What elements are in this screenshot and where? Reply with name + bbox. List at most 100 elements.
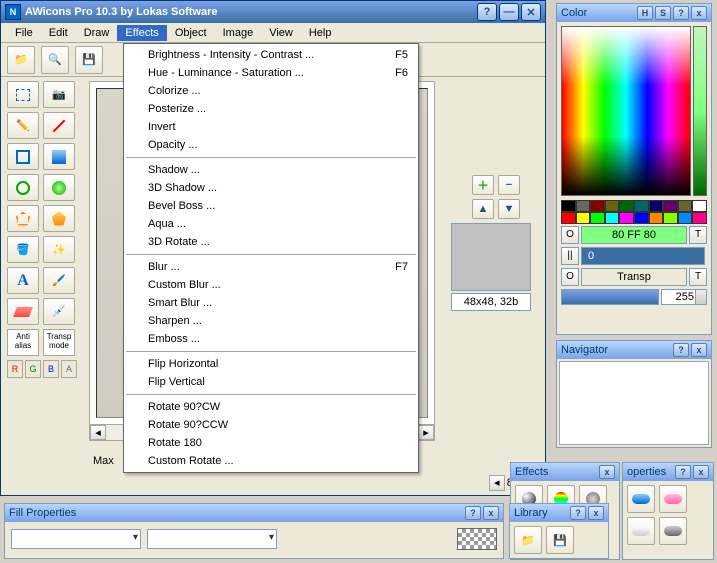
menu-item[interactable]: Flip Horizontal bbox=[124, 355, 418, 373]
swatch[interactable] bbox=[663, 200, 678, 212]
polygon-outline-tool[interactable] bbox=[7, 205, 39, 232]
hue-sat-field[interactable] bbox=[561, 26, 691, 196]
prop-blue[interactable] bbox=[627, 485, 655, 513]
menu-item[interactable]: Blur ...F7 bbox=[124, 258, 418, 276]
preview-add[interactable]: ＋ bbox=[472, 175, 494, 195]
lightness-bar[interactable] bbox=[693, 26, 707, 196]
camera-tool[interactable]: 📷 bbox=[43, 81, 75, 108]
fill-help[interactable]: ? bbox=[465, 506, 481, 520]
menu-item[interactable]: Aqua ... bbox=[124, 215, 418, 233]
menu-item[interactable]: Posterize ... bbox=[124, 100, 418, 118]
zoom-button[interactable]: 🔍 bbox=[41, 46, 69, 74]
fg-t[interactable]: T bbox=[689, 226, 707, 244]
swatch[interactable] bbox=[634, 212, 649, 224]
menu-item[interactable]: Bevel Boss ... bbox=[124, 197, 418, 215]
wand-tool[interactable]: ✨ bbox=[43, 236, 75, 263]
circle-outline-tool[interactable] bbox=[7, 174, 39, 201]
menu-item[interactable]: Custom Rotate ... bbox=[124, 452, 418, 470]
swatch[interactable] bbox=[576, 212, 591, 224]
alpha-slider[interactable] bbox=[561, 289, 659, 305]
save-button[interactable]: 💾 bbox=[75, 46, 103, 74]
menu-help[interactable]: Help bbox=[301, 25, 340, 41]
line-tool[interactable] bbox=[43, 112, 75, 139]
alpha-spinner[interactable]: 255 bbox=[661, 289, 707, 305]
open-button[interactable]: 📁 bbox=[7, 46, 35, 74]
swatch[interactable] bbox=[590, 212, 605, 224]
swatch[interactable] bbox=[663, 212, 678, 224]
bg-value[interactable]: Transp bbox=[581, 268, 687, 286]
channel-g[interactable]: G bbox=[25, 360, 41, 378]
swatch[interactable] bbox=[678, 212, 693, 224]
menu-edit[interactable]: Edit bbox=[41, 25, 76, 41]
prop-gray[interactable] bbox=[659, 517, 687, 545]
menu-draw[interactable]: Draw bbox=[76, 25, 118, 41]
scroll-left-icon[interactable]: ◂ bbox=[90, 425, 106, 440]
library-help[interactable]: ? bbox=[570, 506, 586, 520]
menu-item[interactable]: Opacity ... bbox=[124, 136, 418, 154]
fill-swatch[interactable] bbox=[457, 528, 497, 550]
menu-item[interactable]: Invert bbox=[124, 118, 418, 136]
channel-b[interactable]: B bbox=[43, 360, 59, 378]
menu-view[interactable]: View bbox=[261, 25, 301, 41]
swatch[interactable] bbox=[692, 212, 707, 224]
fg-o[interactable]: O bbox=[561, 226, 579, 244]
transp-mode-toggle[interactable]: Transp mode bbox=[43, 329, 75, 356]
preview-thumbnail[interactable] bbox=[451, 223, 531, 291]
menu-item[interactable]: Colorize ... bbox=[124, 82, 418, 100]
swatch[interactable] bbox=[605, 212, 620, 224]
eraser-tool[interactable] bbox=[7, 298, 39, 325]
channel-a[interactable]: A bbox=[61, 360, 77, 378]
color-help-button[interactable]: ? bbox=[673, 6, 689, 20]
prop-pink[interactable] bbox=[659, 485, 687, 513]
fg-value[interactable]: 80 FF 80 bbox=[581, 226, 687, 244]
menu-item[interactable]: Smart Blur ... bbox=[124, 294, 418, 312]
menu-item[interactable]: Sharpen ... bbox=[124, 312, 418, 330]
menu-item[interactable]: Rotate 90?CW bbox=[124, 398, 418, 416]
menu-item[interactable]: Hue - Luminance - Saturation ...F6 bbox=[124, 64, 418, 82]
library-close[interactable]: x bbox=[588, 506, 604, 520]
menu-item[interactable]: Rotate 90?CCW bbox=[124, 416, 418, 434]
swatch[interactable] bbox=[561, 200, 576, 212]
menu-item[interactable]: Shadow ... bbox=[124, 161, 418, 179]
rect-outline-tool[interactable] bbox=[7, 143, 39, 170]
menu-item[interactable]: Rotate 180 bbox=[124, 434, 418, 452]
navigator-close[interactable]: x bbox=[691, 343, 707, 357]
antialias-toggle[interactable]: Anti alias bbox=[7, 329, 39, 356]
library-open[interactable]: 📁 bbox=[514, 526, 542, 554]
swatch[interactable] bbox=[576, 200, 591, 212]
color-close-button[interactable]: x bbox=[691, 6, 707, 20]
fill-pattern-combo[interactable] bbox=[147, 529, 277, 549]
fill-close[interactable]: x bbox=[483, 506, 499, 520]
swatch[interactable] bbox=[561, 212, 576, 224]
polygon-fill-tool[interactable] bbox=[43, 205, 75, 232]
library-save[interactable]: 💾 bbox=[546, 526, 574, 554]
menu-file[interactable]: File bbox=[7, 25, 41, 41]
menu-item[interactable]: Emboss ... bbox=[124, 330, 418, 348]
eyedropper-tool[interactable]: 💉 bbox=[43, 298, 75, 325]
menu-item[interactable]: Flip Vertical bbox=[124, 373, 418, 391]
swatch[interactable] bbox=[590, 200, 605, 212]
color-s-button[interactable]: S bbox=[655, 6, 671, 20]
slider-toggle[interactable]: || bbox=[561, 247, 579, 265]
close-button[interactable]: ✕ bbox=[521, 3, 541, 21]
preview-remove[interactable]: − bbox=[498, 175, 520, 195]
swatch[interactable] bbox=[692, 200, 707, 212]
fill-tool[interactable]: 🪣 bbox=[7, 236, 39, 263]
prop-white[interactable] bbox=[627, 517, 655, 545]
scroll-right-icon[interactable]: ▸ bbox=[418, 425, 434, 440]
slider-value[interactable]: 0 bbox=[581, 247, 705, 265]
swatch[interactable] bbox=[649, 200, 664, 212]
circle-fill-tool[interactable] bbox=[43, 174, 75, 201]
properties-close[interactable]: x bbox=[693, 465, 709, 479]
navigator-view[interactable] bbox=[559, 361, 709, 445]
menu-image[interactable]: Image bbox=[215, 25, 262, 41]
swatch[interactable] bbox=[678, 200, 693, 212]
swatch[interactable] bbox=[619, 200, 634, 212]
preview-down[interactable]: ▼ bbox=[498, 199, 520, 219]
properties-help[interactable]: ? bbox=[675, 465, 691, 479]
fill-type-combo[interactable] bbox=[11, 529, 141, 549]
channel-r[interactable]: R bbox=[7, 360, 23, 378]
marquee-tool[interactable] bbox=[7, 81, 39, 108]
swatch[interactable] bbox=[619, 212, 634, 224]
text-tool[interactable]: A bbox=[7, 267, 39, 294]
